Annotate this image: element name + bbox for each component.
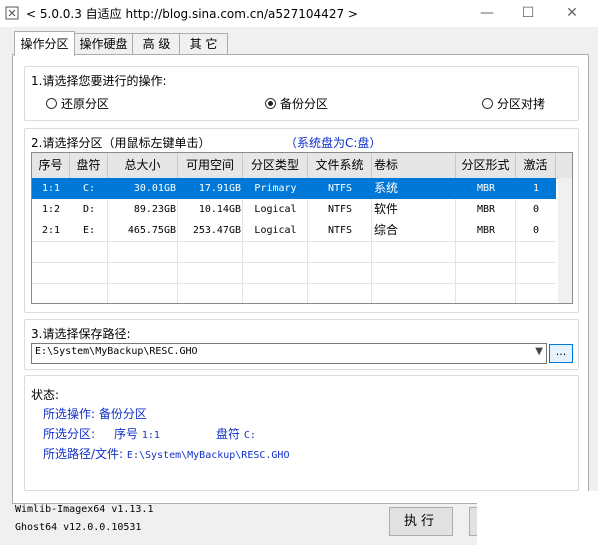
minimize-button[interactable]: — [468, 0, 506, 27]
status-path-label: 所选路径/文件: [43, 447, 124, 461]
radio-backup[interactable]: 备份分区 [265, 95, 328, 111]
cell-fs: NTFS [327, 204, 353, 215]
title-bar: < 5.0.0.3 自适应 http://blog.sina.com.cn/a5… [0, 0, 598, 27]
execute-button[interactable]: 执行 [389, 507, 453, 536]
col-header-fs[interactable]: 文件系统 [308, 153, 372, 178]
radio-copy-label: 分区对拷 [497, 96, 546, 111]
cell-form: MBR [476, 204, 496, 215]
app-icon [5, 6, 19, 20]
cell-label: 系统 [374, 181, 399, 195]
ghost-version: Ghost64 v12.0.0.10531 [15, 522, 142, 533]
status-op-value: 备份分区 [98, 407, 147, 421]
cell-free: 17.91GB [198, 183, 241, 194]
radio-backup-indicator[interactable] [265, 97, 276, 109]
cell-total: 30.01GB [133, 183, 176, 194]
status-group [24, 375, 579, 491]
status-path-value: E:\System\MyBackup\RESC.GHO [126, 450, 290, 461]
radio-restore[interactable]: 还原分区 [46, 95, 109, 111]
status-path: 所选路径/文件: E:\System\MyBackup\RESC.GHO [43, 445, 289, 462]
cell-drive: C: [82, 183, 96, 194]
cell-total: 89.23GB [133, 204, 176, 215]
tab-advanced[interactable]: 高 级 [132, 33, 181, 55]
cell-free: 253.47GB [192, 225, 241, 236]
status-partition: 所选分区: [43, 425, 95, 442]
table-row[interactable]: 1:2 D: 89.23GB 10.14GB Logical NTFS 软件 M… [32, 199, 556, 220]
table-row[interactable]: 1:1 C: 30.01GB 17.91GB Primary NTFS 系统 M… [32, 178, 556, 199]
close-button[interactable]: ✕ [553, 0, 591, 27]
cell-fs: NTFS [327, 183, 353, 194]
maximize-button[interactable]: ☐ [509, 0, 547, 27]
chevron-down-icon[interactable]: ▼ [535, 346, 543, 357]
cell-form: MBR [476, 225, 496, 236]
operation-prompt: 1.请选择您要进行的操作: [31, 74, 167, 88]
cell-active: 1 [532, 183, 540, 194]
system-disk-note: （系统盘为C:盘） [285, 136, 382, 150]
cell-type: Logical [254, 225, 297, 236]
radio-restore-label: 还原分区 [61, 96, 110, 111]
status-part-label: 所选分区: [43, 427, 96, 441]
execute-button-label: 执行 [403, 514, 438, 529]
cell-no: 1:2 [41, 204, 61, 215]
col-header-active[interactable]: 激活 [516, 153, 556, 178]
col-header-label[interactable]: 卷标 [372, 153, 456, 178]
cell-type: Logical [254, 204, 297, 215]
col-header-no[interactable]: 序号 [32, 153, 70, 178]
cell-no: 1:1 [41, 183, 61, 194]
status-operation: 所选操作: 备份分区 [43, 405, 147, 422]
partition-table[interactable]: 序号 盘符 总大小 可用空间 分区类型 文件系统 卷标 分区形式 激活 1:1 … [31, 152, 573, 304]
cell-active: 0 [532, 204, 540, 215]
col-header-form[interactable]: 分区形式 [456, 153, 516, 178]
cell-total: 465.75GB [127, 225, 176, 236]
radio-copy-indicator[interactable] [482, 97, 493, 109]
cell-drive: E: [82, 225, 96, 236]
tab-partition-ops[interactable]: 操作分区 [14, 31, 75, 56]
radio-backup-label: 备份分区 [280, 96, 329, 111]
tab-other[interactable]: 其 它 [179, 33, 228, 55]
cell-free: 10.14GB [198, 204, 241, 215]
status-partition-no: 序号 1:1 [114, 425, 160, 442]
cell-form: MBR [476, 183, 496, 194]
status-part-no-value: 1:1 [141, 430, 160, 441]
col-header-free[interactable]: 可用空间 [178, 153, 243, 178]
table-row[interactable]: 2:1 E: 465.75GB 253.47GB Logical NTFS 综合… [32, 220, 556, 241]
wimlib-version: Wimlib-Imagex64 v1.13.1 [15, 504, 154, 515]
status-partition-drive: 盘符 C: [216, 425, 256, 442]
status-part-drive-label: 盘符 [216, 427, 241, 441]
save-path-combobox[interactable]: E:\System\MyBackup\RESC.GHO ▼ [31, 343, 547, 364]
cell-fs: NTFS [327, 225, 353, 236]
table-scrollbar[interactable] [558, 178, 572, 303]
cell-type: Primary [254, 183, 297, 194]
col-header-type[interactable]: 分区类型 [243, 153, 308, 178]
cell-label: 软件 [374, 202, 399, 216]
radio-restore-indicator[interactable] [46, 97, 57, 109]
save-path-prompt: 3.请选择保存路径: [31, 327, 131, 341]
col-header-total[interactable]: 总大小 [108, 153, 178, 178]
status-part-no-label: 序号 [114, 427, 139, 441]
table-header: 序号 盘符 总大小 可用空间 分区类型 文件系统 卷标 分区形式 激活 [32, 153, 572, 179]
status-part-drive-value: C: [243, 430, 256, 441]
tab-disk-ops[interactable]: 操作硬盘 [73, 33, 134, 55]
radio-copy[interactable]: 分区对拷 [482, 95, 545, 111]
col-header-drive[interactable]: 盘符 [70, 153, 108, 178]
browse-button[interactable]: ... [549, 344, 573, 363]
partition-prompt: 2.请选择分区（用鼠标左键单击） [31, 136, 211, 150]
cell-active: 0 [532, 225, 540, 236]
status-op-label: 所选操作: [43, 407, 96, 421]
save-path-value: E:\System\MyBackup\RESC.GHO [35, 346, 198, 357]
cell-no: 2:1 [41, 225, 61, 236]
overlay-patch [477, 491, 598, 545]
status-title: 状态: [31, 388, 60, 402]
cell-drive: D: [82, 204, 96, 215]
window-title: < 5.0.0.3 自适应 http://blog.sina.com.cn/a5… [26, 7, 358, 21]
cell-label: 综合 [374, 223, 399, 237]
